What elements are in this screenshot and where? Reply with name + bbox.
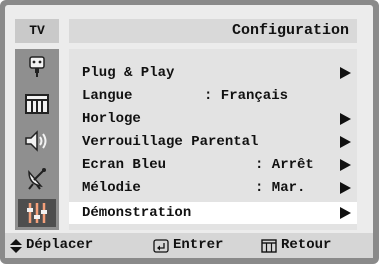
menu-item-horloge[interactable]: Horloge — [69, 108, 357, 130]
menu-item-label: Démonstration — [82, 205, 192, 221]
tv-mode-tab: TV — [15, 19, 59, 43]
submenu-arrow-icon — [340, 67, 351, 79]
menu-item-label: Horloge — [82, 111, 141, 127]
menu-item-demonstration[interactable]: Démonstration — [69, 202, 357, 224]
move-hint-label: Déplacer — [26, 237, 94, 253]
navigation-hints-bar: Déplacer Entrer Retour — [5, 233, 373, 258]
menu-item-verrouillage-parental[interactable]: Verrouillage Parental — [69, 131, 357, 153]
setup-sliders-icon[interactable] — [18, 199, 56, 227]
tv-screen-frame: TV Configuration Plug & Play Langue: Fr… — [0, 0, 379, 264]
picture-icon[interactable] — [18, 90, 56, 118]
menu-item-value: : Mar. — [255, 180, 306, 196]
category-sidebar — [15, 49, 59, 230]
menu-item-value: : Français — [204, 88, 289, 104]
input-source-icon[interactable] — [18, 53, 56, 81]
enter-hint-label: Entrer — [173, 237, 224, 253]
enter-hint: Entrer — [153, 233, 223, 258]
menu-item-label: Plug & Play — [82, 65, 175, 81]
menu-item-label: Ecran Bleu — [82, 157, 167, 173]
up-down-arrows-icon — [10, 238, 22, 253]
menu-item-plug-play[interactable]: Plug & Play — [69, 62, 357, 84]
setup-menu-list: Plug & Play Langue : Français Horloge Ve… — [69, 49, 357, 230]
return-hint: Retour — [261, 233, 331, 258]
submenu-arrow-icon — [340, 136, 351, 148]
sound-icon[interactable] — [18, 127, 56, 155]
move-hint: Déplacer — [10, 233, 93, 258]
submenu-arrow-icon — [340, 207, 351, 219]
menu-item-melodie[interactable]: Mélodie : Mar. — [69, 177, 357, 199]
channel-antenna-icon[interactable] — [18, 164, 56, 192]
menu-item-label: Verrouillage Parental — [82, 134, 259, 150]
enter-key-icon — [153, 238, 169, 253]
submenu-arrow-icon — [340, 182, 351, 194]
menu-item-langue[interactable]: Langue : Français — [69, 85, 357, 107]
menu-item-value: : Arrêt — [255, 157, 314, 173]
return-hint-label: Retour — [281, 237, 332, 253]
osd-menu: TV Configuration Plug & Play Langue: Fr… — [5, 5, 373, 258]
menu-title: Configuration — [69, 19, 357, 43]
submenu-arrow-icon — [340, 113, 351, 125]
menu-item-label: Langue — [82, 88, 133, 104]
menu-key-icon — [261, 238, 277, 253]
submenu-arrow-icon — [340, 159, 351, 171]
menu-item-label: Mélodie — [82, 180, 141, 196]
menu-item-ecran-bleu[interactable]: Ecran Bleu : Arrêt — [69, 154, 357, 176]
